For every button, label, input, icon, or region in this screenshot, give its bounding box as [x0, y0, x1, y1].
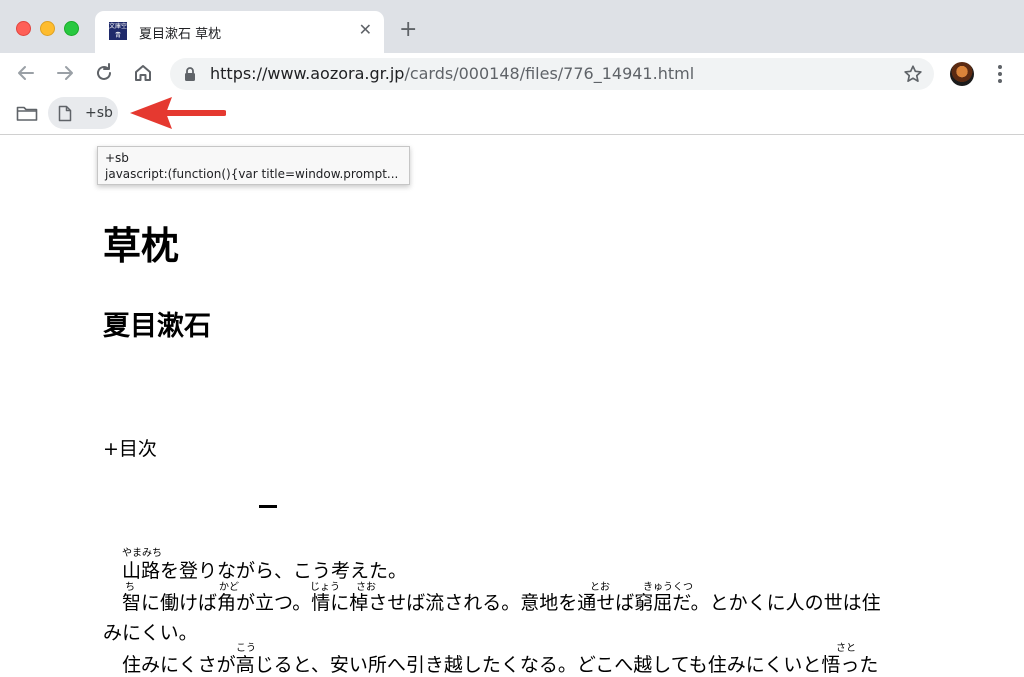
url-path: /cards/000148/files/776_14941.html [404, 64, 695, 83]
close-window-button[interactable] [16, 21, 31, 36]
bookmark-item-sb[interactable]: +sb [48, 97, 118, 129]
address-bar[interactable]: https://www.aozora.gr.jp/cards/000148/fi… [170, 58, 934, 90]
paragraph-line: 智に働けば角が立つ。情に棹させば流される。意地を通せば窮屈だ。とかくに人の世は住 [122, 592, 881, 614]
paragraph-line: 山路を登りながら、こう考えた。 [122, 560, 408, 582]
tooltip-url: javascript:(function(){var title=window.… [105, 167, 399, 181]
lock-icon[interactable] [184, 66, 196, 82]
browser-toolbar: https://www.aozora.gr.jp/cards/000148/fi… [0, 53, 1024, 94]
more-menu-icon[interactable] [996, 62, 1004, 86]
new-tab-plus-icon[interactable]: + [399, 18, 417, 42]
tab-strip: 文庫空青 夏目漱石 草枕 ✕ + [0, 0, 1024, 53]
paragraph-line: 住みにくさが高じると、安い所へ引き越したくなる。どこへ越しても住みにくいと悟った [122, 654, 879, 676]
tooltip-title: +sb [105, 151, 129, 165]
paragraph-line: みにくい。 [103, 622, 198, 644]
back-arrow-icon[interactable] [14, 61, 38, 85]
page-icon [58, 105, 72, 122]
tab-close-icon[interactable]: ✕ [359, 20, 372, 40]
tab-title: 夏目漱石 草枕 [139, 27, 222, 42]
maximize-window-button[interactable] [64, 21, 79, 36]
bookmark-label: +sb [85, 105, 113, 121]
toc-toggle[interactable]: +目次 [103, 436, 157, 462]
folder-icon[interactable] [16, 104, 38, 122]
url-text[interactable]: https://www.aozora.gr.jp/cards/000148/fi… [210, 64, 694, 84]
bookmark-tooltip: +sb javascript:(function(){var title=win… [97, 146, 410, 185]
home-icon[interactable] [131, 61, 155, 85]
url-host: https://www.aozora.gr.jp [210, 64, 405, 83]
reload-icon[interactable] [92, 61, 116, 85]
forward-arrow-icon[interactable] [53, 61, 77, 85]
author-name: 夏目漱石 [103, 311, 211, 342]
minimize-window-button[interactable] [40, 21, 55, 36]
profile-avatar[interactable] [950, 62, 974, 86]
bookmark-star-icon[interactable] [902, 63, 924, 85]
page-title: 草枕 [103, 224, 180, 268]
chapter-heading: 一 [259, 505, 277, 508]
active-tab[interactable]: 文庫空青 夏目漱石 草枕 ✕ [95, 11, 384, 53]
bookmarks-bar: +sb [0, 94, 1024, 135]
aozora-favicon-icon: 文庫空青 [109, 22, 127, 40]
red-annotation-arrow-icon [130, 97, 226, 129]
